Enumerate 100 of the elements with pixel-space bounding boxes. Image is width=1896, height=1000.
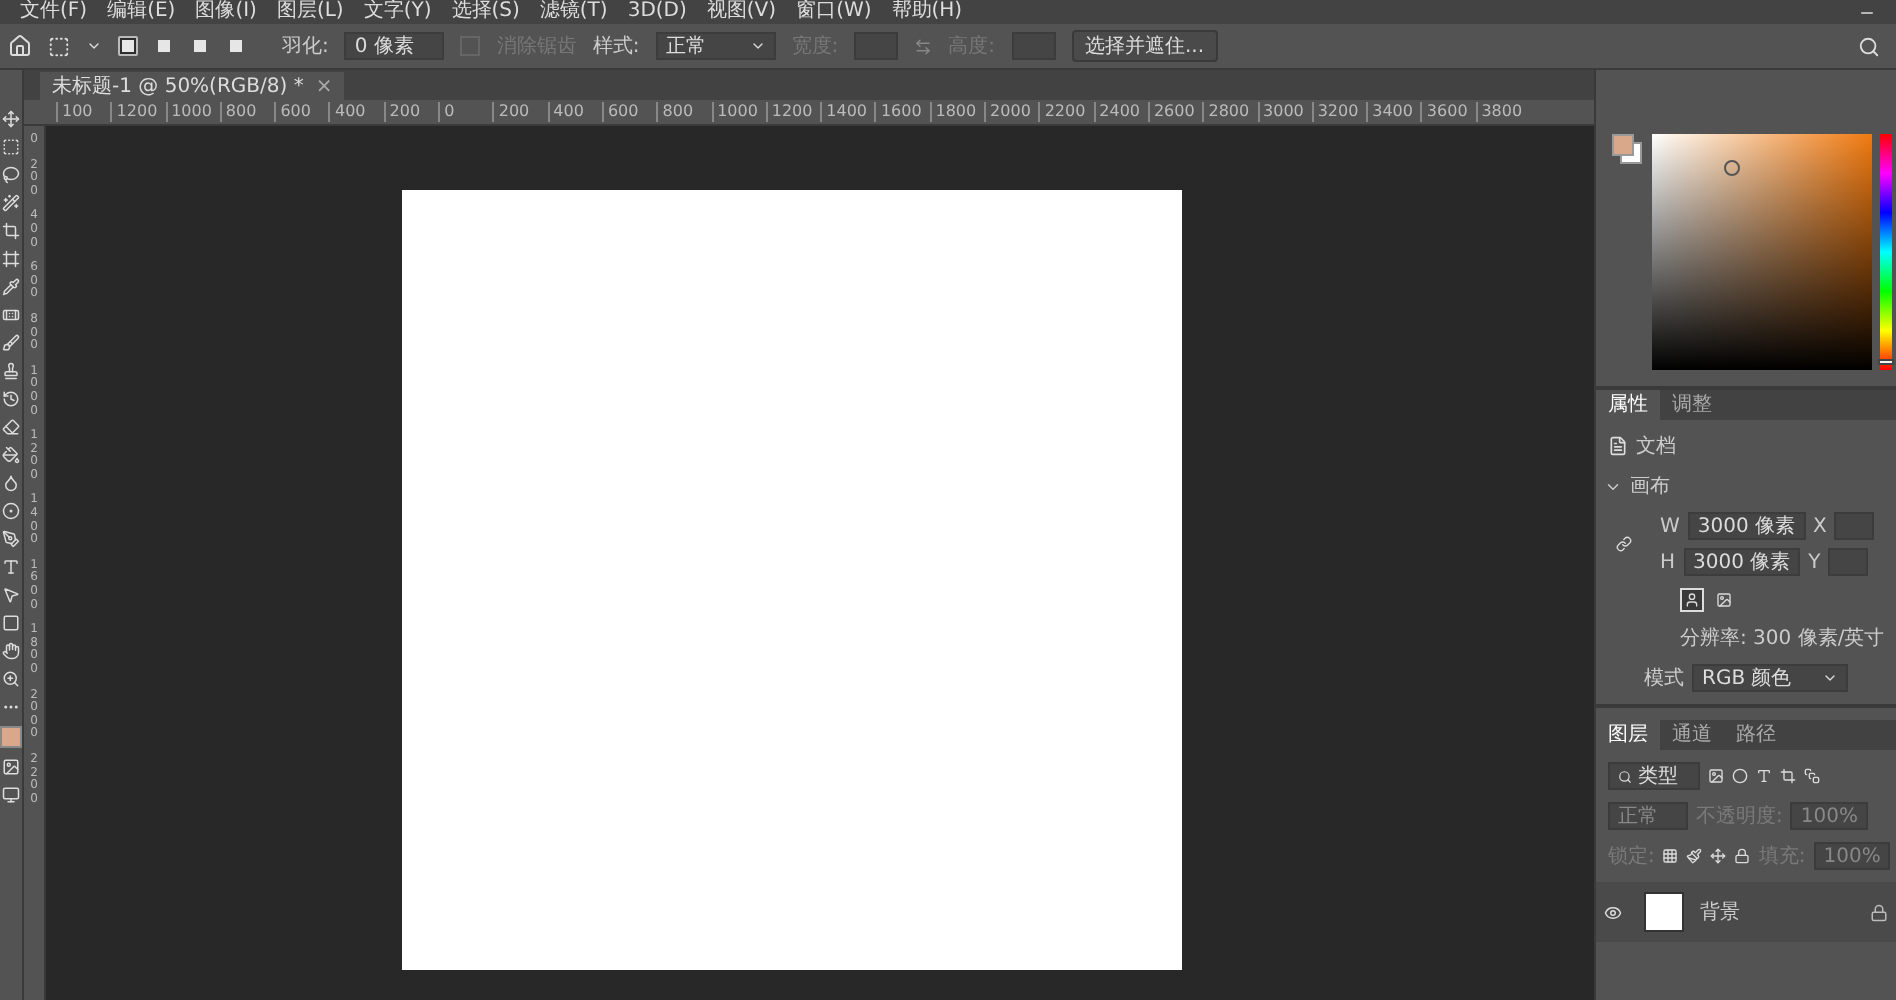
marquee-icon[interactable] [48, 35, 70, 57]
history-icon[interactable] [2, 390, 20, 408]
document-tab[interactable]: 未标题-1 @ 50%(RGB/8) * × [40, 72, 345, 100]
ruler-label: 600 [274, 102, 329, 122]
caret-icon[interactable] [86, 38, 102, 54]
home-icon[interactable] [8, 34, 32, 58]
bucket-icon[interactable] [2, 446, 20, 464]
panel-tab[interactable]: 通道 [1660, 720, 1724, 750]
monitor-icon[interactable] [2, 786, 20, 804]
menu-item[interactable]: 帮助(H) [891, 0, 963, 24]
rectangle-icon[interactable] [2, 614, 20, 632]
image-icon[interactable] [1708, 768, 1724, 784]
move-icon[interactable] [1710, 848, 1727, 864]
ruler-label: 200 [492, 102, 548, 122]
mode-dropdown[interactable]: RGB 颜色 [1692, 664, 1848, 692]
ruler-label: 400 [547, 102, 602, 122]
picker-ring-icon[interactable] [1724, 160, 1740, 176]
ruler-label: 0 [438, 102, 493, 122]
ruler-label: 1000 [165, 102, 220, 122]
brush-icon[interactable] [1686, 848, 1703, 864]
menu-item[interactable]: 滤镜(T) [539, 0, 608, 24]
ruler-label: 1200 [110, 102, 166, 122]
height-field[interactable]: 3000 像素 [1683, 548, 1801, 576]
stack-icon[interactable] [1804, 768, 1820, 784]
ruler-label: 2000 [984, 102, 1039, 122]
menu-item[interactable]: 图像(I) [195, 0, 257, 24]
type-icon[interactable] [1756, 768, 1772, 784]
caret-icon [1822, 670, 1838, 686]
select-and-mask-button[interactable]: 选择并遮住... [1071, 30, 1219, 62]
eraser-icon[interactable] [2, 418, 20, 436]
resolution-text: 分辨率: 300 像素/英寸 [1680, 625, 1885, 652]
search-icon[interactable] [1858, 35, 1880, 57]
image-icon[interactable] [2, 758, 20, 776]
hand-icon[interactable] [2, 642, 20, 660]
ruler-label: 800 [219, 102, 275, 122]
ruler-label: 3200 [1311, 102, 1367, 122]
circle-icon[interactable] [2, 502, 20, 520]
menu-item[interactable]: 编辑(E) [107, 0, 176, 24]
move-icon[interactable] [2, 110, 20, 128]
frame-icon[interactable] [2, 250, 20, 268]
zoom-icon[interactable] [2, 670, 20, 688]
color-swatches-icon[interactable] [1612, 134, 1642, 164]
caret-icon [749, 38, 766, 54]
selection-mode-button[interactable] [226, 36, 246, 56]
menu-item[interactable]: 视图(V) [706, 0, 777, 24]
filter-field[interactable]: 类型 [1608, 762, 1700, 790]
panel-tab[interactable]: 属性 [1596, 390, 1660, 420]
y-label: Y [1808, 551, 1821, 573]
wand-icon[interactable] [2, 194, 20, 212]
feather-label: 羽化: [282, 34, 329, 60]
layer-thumbnail [1644, 892, 1684, 932]
marquee-icon[interactable] [2, 138, 20, 156]
panel-tab[interactable]: 调整 [1660, 390, 1724, 420]
ruler-label: 2600 [1147, 102, 1203, 122]
panel-tab[interactable]: 路径 [1724, 720, 1788, 750]
menu-item[interactable]: 图层(L) [276, 0, 344, 24]
width-label: W [1660, 515, 1680, 537]
lock-icon[interactable] [1870, 903, 1888, 921]
bandage-icon[interactable] [2, 306, 20, 324]
lasso-icon[interactable] [2, 166, 20, 184]
document-icon [1608, 436, 1628, 456]
eyedropper-icon[interactable] [2, 278, 20, 296]
style-dropdown[interactable]: 正常 [655, 32, 776, 60]
stamp-icon[interactable] [2, 362, 20, 380]
drop-icon[interactable] [2, 474, 20, 492]
ruler-label: 2800 [1202, 102, 1258, 122]
menu-item[interactable]: 3D(D) [627, 0, 687, 24]
selection-mode-button[interactable] [154, 36, 174, 56]
layer-row[interactable]: 背景 [1596, 882, 1896, 942]
ruler-label: 3600 [1420, 102, 1476, 122]
selection-mode-button[interactable] [190, 36, 210, 56]
ruler-label: 1800 [929, 102, 985, 122]
ruler-label: 400 [328, 102, 384, 122]
selection-mode-button[interactable] [118, 36, 138, 56]
crop-icon[interactable] [2, 222, 20, 240]
menu-item[interactable]: 选择(S) [451, 0, 520, 24]
color-field[interactable] [1652, 134, 1872, 370]
type-icon[interactable] [2, 558, 20, 576]
pointer-icon[interactable] [2, 586, 20, 604]
crop-icon[interactable] [1780, 768, 1796, 784]
ruler-label: 200 [383, 102, 439, 122]
ruler-label: 2200 [1038, 102, 1094, 122]
portrait-button[interactable] [1680, 588, 1704, 612]
ruler-label: 1200 [765, 102, 821, 122]
ruler-label: 3800 [1475, 102, 1531, 122]
ruler-label: 1600 [874, 102, 930, 122]
width-field[interactable]: 3000 像素 [1687, 512, 1806, 540]
hue-slider[interactable] [1880, 134, 1892, 370]
circle-icon[interactable] [1732, 768, 1748, 784]
feather-field[interactable]: 0 像素 [344, 32, 445, 60]
panel-tab[interactable]: 图层 [1596, 720, 1660, 750]
foreground-swatch[interactable] [0, 726, 22, 748]
landscape-button[interactable] [1712, 588, 1736, 612]
pen-icon[interactable] [2, 530, 20, 548]
lock-icon[interactable] [1734, 848, 1751, 864]
ruler-label: 1400 [820, 102, 875, 122]
hue-thumb[interactable] [1878, 359, 1894, 366]
brush-icon[interactable] [2, 334, 20, 352]
style-label: 样式: [592, 33, 640, 60]
grid-icon[interactable] [1662, 848, 1679, 864]
